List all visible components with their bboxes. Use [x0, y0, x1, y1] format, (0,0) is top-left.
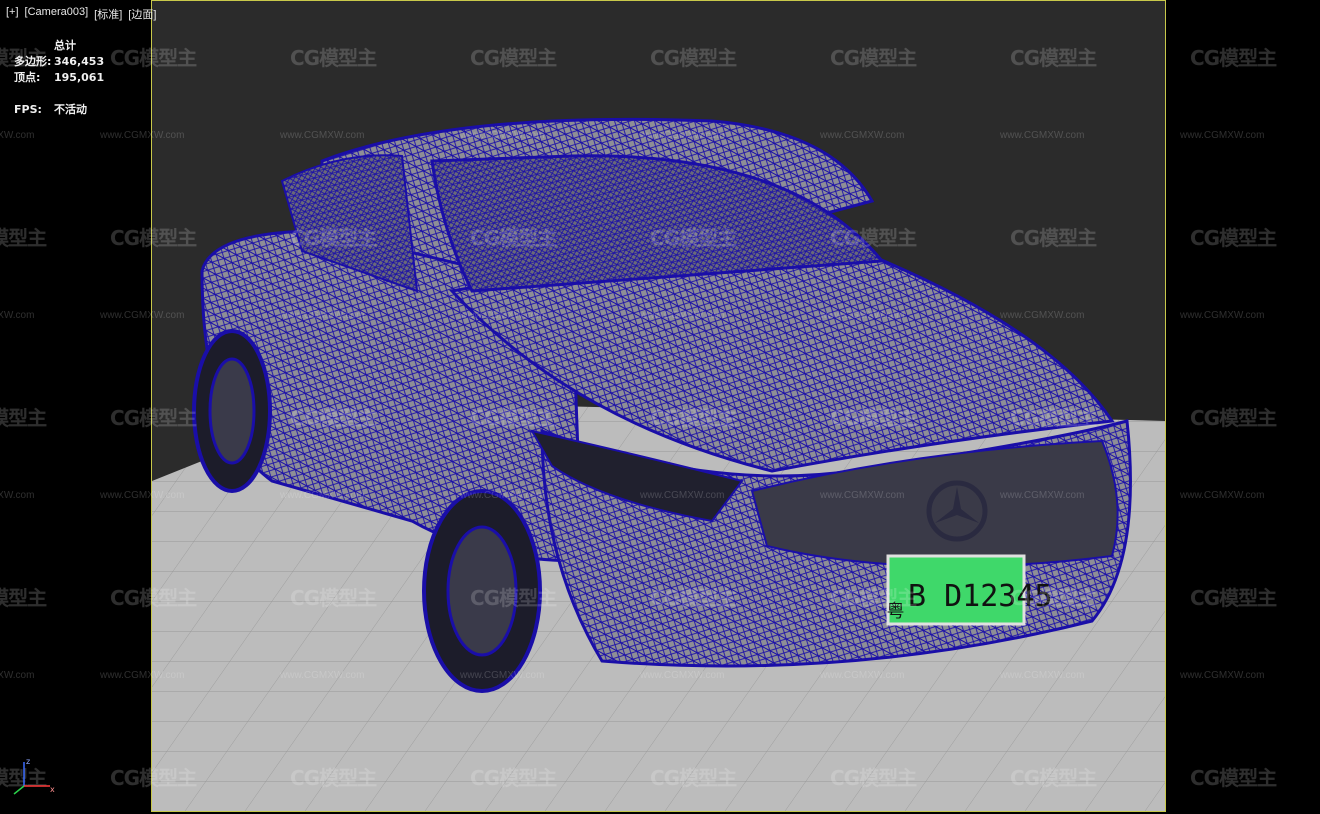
- license-plate-text: B D12345: [908, 579, 1053, 614]
- watermark-url: www.CGMXW.com: [0, 490, 35, 501]
- viewport-camera-menu[interactable]: [Camera003]: [25, 6, 89, 22]
- rear-wheel-rim: [208, 357, 256, 465]
- viewport-label[interactable]: [+] [Camera003] [标准] [边面]: [6, 6, 156, 22]
- watermark-logo: CG模型主: [1190, 406, 1277, 430]
- viewport-shading-edged-faces[interactable]: [边面]: [128, 6, 156, 22]
- watermark-url: www.CGMXW.com: [1180, 310, 1265, 321]
- gizmo-x-label: x: [50, 785, 55, 794]
- watermark-logo: CG模型主: [0, 226, 47, 250]
- polygons-value: 346,453: [54, 55, 105, 68]
- watermark-url: www.CGMXW.com: [0, 670, 35, 681]
- viewport-scene[interactable]: 粤 B D12345: [152, 1, 1166, 812]
- watermark-url: www.CGMXW.com: [1180, 490, 1265, 501]
- stats-header: 总计: [54, 39, 76, 52]
- watermark-logo: CG模型主: [1190, 46, 1277, 70]
- license-plate-prefix: 粤: [884, 601, 905, 619]
- gizmo-z-label: z: [26, 757, 30, 766]
- watermark-logo: CG模型主: [0, 406, 47, 430]
- fps-value: 不活动: [54, 103, 87, 116]
- watermark-url: www.CGMXW.com: [1180, 670, 1265, 681]
- vertices-value: 195,061: [54, 71, 105, 84]
- watermark-logo: CG模型主: [1190, 766, 1277, 790]
- watermark-url: www.CGMXW.com: [0, 130, 35, 141]
- front-wheel-rim: [446, 525, 518, 657]
- watermark-url: www.CGMXW.com: [0, 310, 35, 321]
- watermark-url: www.CGMXW.com: [1180, 130, 1265, 141]
- viewport-shading-standard[interactable]: [标准]: [94, 6, 122, 22]
- camera-viewport[interactable]: 粤 B D12345: [151, 0, 1166, 812]
- polygons-label: 多边形:: [14, 55, 52, 68]
- statistics-overlay: 总计 多边形: 346,453 顶点: 195,061 FPS: 不活动: [14, 38, 104, 118]
- watermark-logo: CG模型主: [1190, 226, 1277, 250]
- viewport-menu-plus[interactable]: [+]: [6, 6, 19, 22]
- watermark-logo: CG模型主: [0, 586, 47, 610]
- vertices-label: 顶点:: [14, 71, 41, 84]
- fps-label: FPS:: [14, 103, 42, 116]
- watermark-logo: CG模型主: [1190, 586, 1277, 610]
- axis-gizmo: z x: [13, 757, 55, 795]
